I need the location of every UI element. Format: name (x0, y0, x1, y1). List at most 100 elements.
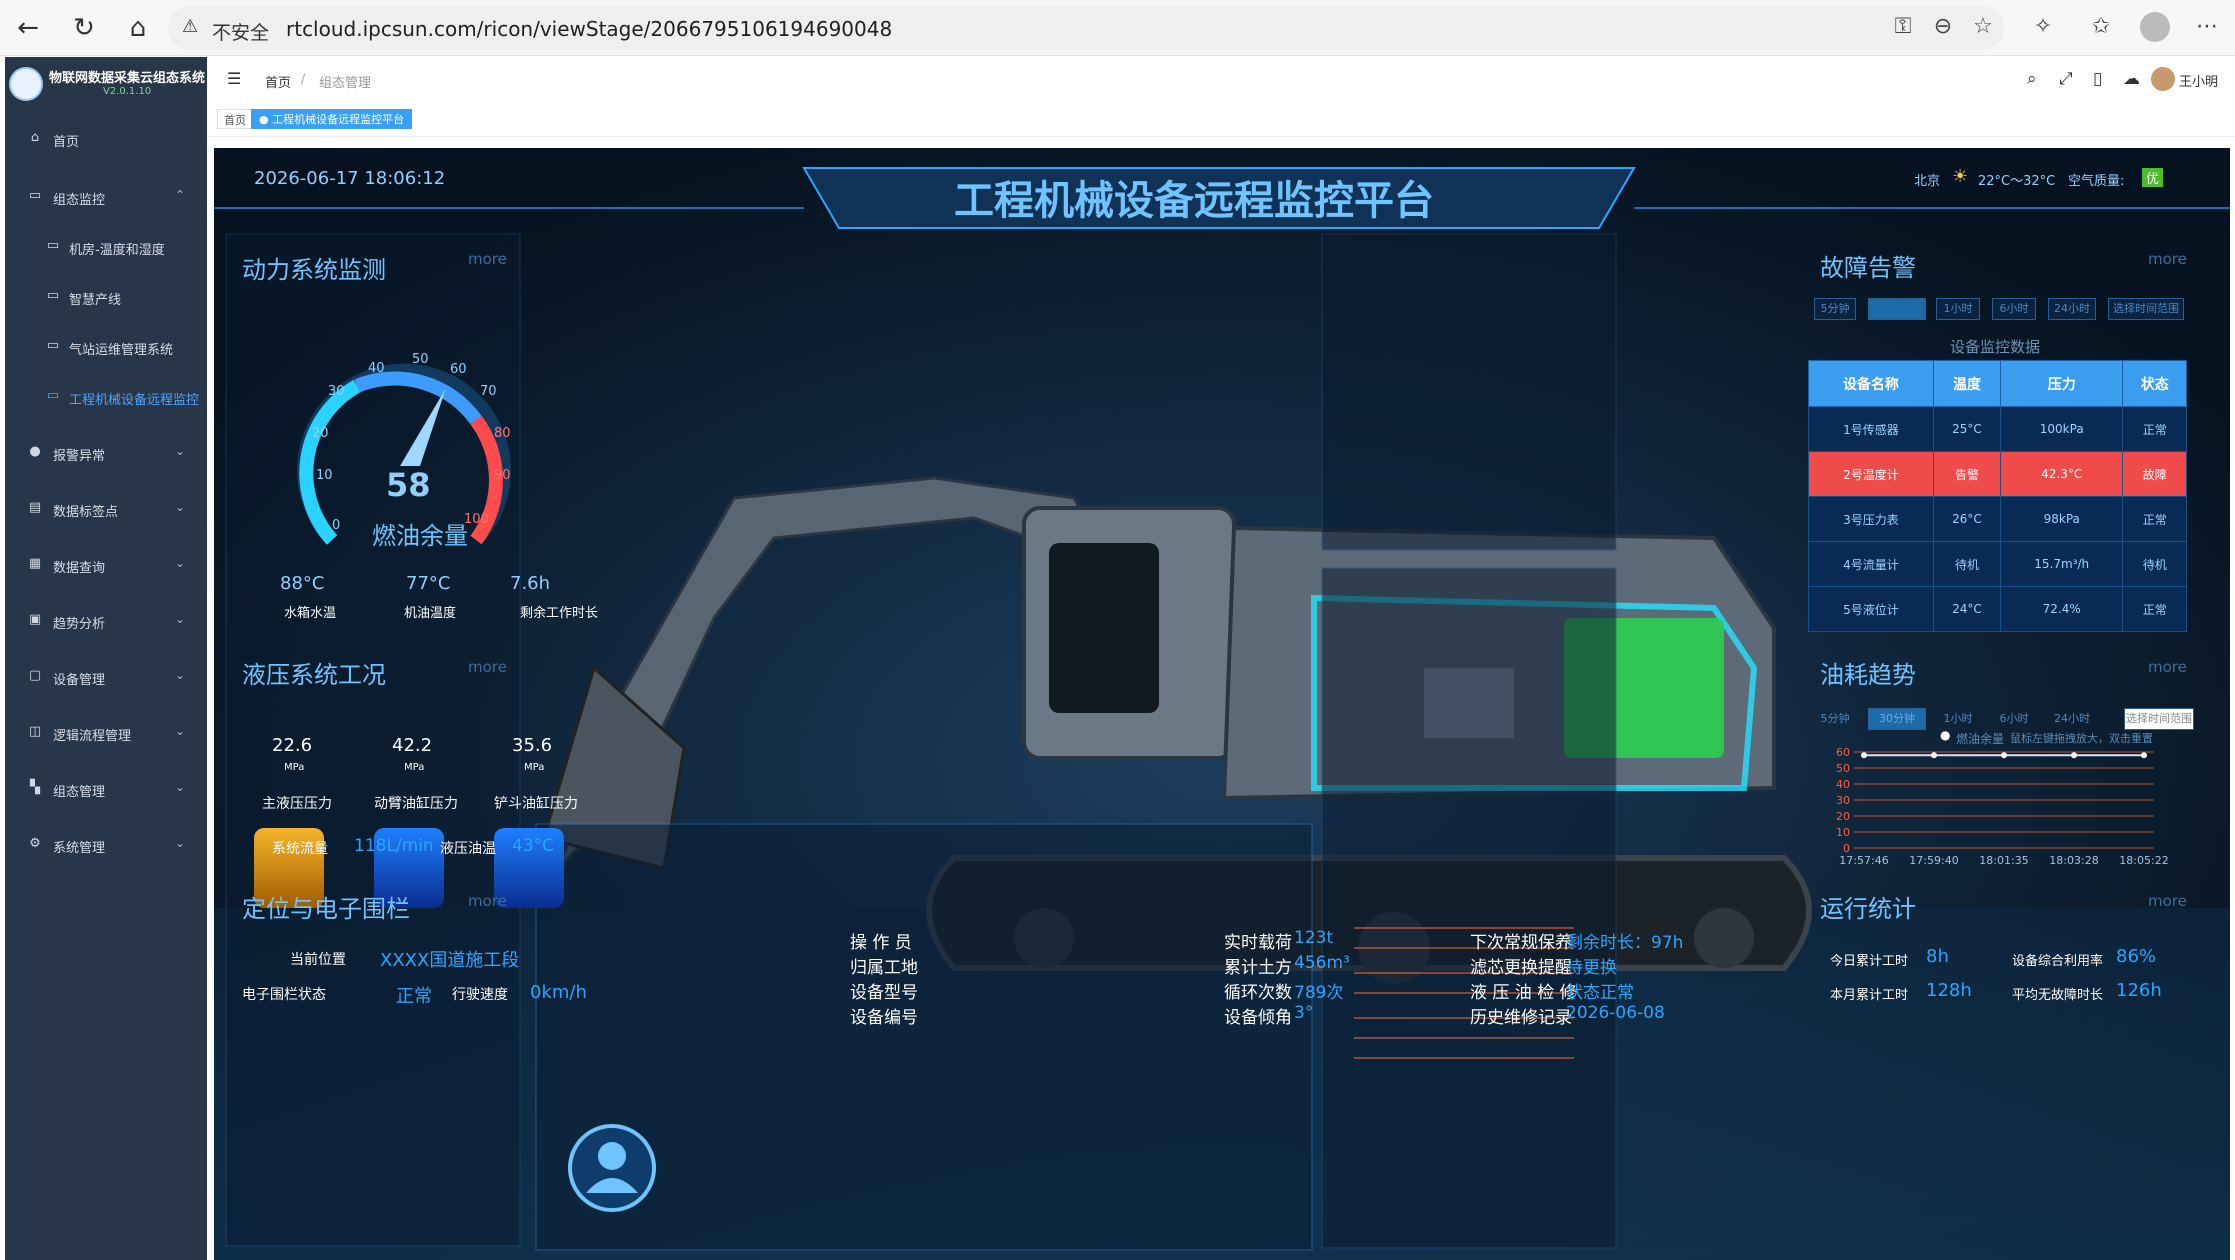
stat-label: 机油温度 (404, 606, 457, 621)
sidebar-item-alarm[interactable]: ● 报警异常 ⌄ (5, 433, 207, 473)
star-icon[interactable]: ☆ (1968, 14, 1998, 39)
info-label: 归属工地 (850, 958, 918, 978)
address-bar[interactable]: ⚠ 不安全 rtcloud.ipcsun.com/ricon/viewStage… (168, 6, 2004, 50)
info-value: 3° (1294, 1003, 1314, 1023)
sidebar-item-monitor[interactable]: ▭ 组态监控 ⌃ (5, 177, 207, 217)
utilization-value: 86% (2116, 946, 2157, 967)
cylinder-label: 铲斗油缸压力 (494, 796, 578, 812)
user-name[interactable]: 王小明 (2179, 71, 2218, 90)
screen-icon: ▭ (46, 238, 60, 253)
filter-30min[interactable]: 30分钟 (1868, 298, 1926, 320)
fuel-filter-1h[interactable]: 1小时 (1936, 708, 1980, 730)
fuel-more-link[interactable]: more (2148, 658, 2187, 676)
cylinder-value: 42.2 (392, 735, 433, 756)
user-avatar[interactable] (2151, 67, 2175, 91)
fence-value: 正常 (396, 986, 432, 1007)
reload-icon[interactable]: ↻ (68, 12, 100, 44)
fuel-filter-5min[interactable]: 5分钟 (1814, 708, 1856, 730)
y-tick-label: 30 (1836, 794, 1850, 807)
table-row: 4号流量计 待机 15.7m³/h 待机 (1808, 541, 2187, 587)
cell: 待机 (1932, 541, 2002, 587)
fuel-chart[interactable]: 010203040506017:57:46 17:59:40 18:01:35 18:… (1834, 738, 2174, 868)
cloud-icon[interactable]: ☁ (2123, 69, 2140, 89)
tab-home[interactable]: 首页 (217, 109, 253, 129)
fault-more-link[interactable]: more (2148, 250, 2187, 268)
cell: 100kPa (2000, 406, 2124, 452)
info-label: 历史维修记录 (1470, 1008, 1572, 1028)
cell: 正常 (2122, 406, 2187, 452)
gauge-tick: 80 (494, 426, 511, 441)
filter-1h[interactable]: 1小时 (1936, 298, 1980, 320)
y-tick-label: 20 (1836, 810, 1850, 823)
calendar-icon: ▦ (28, 556, 42, 571)
runtime-more-link[interactable]: more (2148, 892, 2187, 910)
filter-range[interactable]: 选择时间范围 (2108, 298, 2184, 320)
data-point[interactable] (1861, 752, 1867, 759)
info-label: 滤芯更换提醒 (1470, 958, 1572, 978)
gauge-tick: 40 (368, 361, 385, 376)
menu-dots-icon[interactable]: ⋯ (2192, 14, 2222, 39)
chevron-down-icon: ⌄ (174, 836, 185, 850)
fullscreen-icon[interactable]: ⤢ (2059, 69, 2073, 89)
sidebar-item-tags[interactable]: ▤ 数据标签点 ⌄ (5, 489, 207, 529)
zoom-icon[interactable]: ⊖ (1928, 14, 1958, 39)
monitor-icon: ▭ (28, 188, 42, 203)
data-point[interactable] (1931, 752, 1937, 759)
not-secure-label: 不安全 (212, 22, 270, 44)
mtbf-value: 126h (2116, 980, 2162, 1001)
cell: 告警 (1932, 451, 2002, 497)
sidebar-item-trend[interactable]: ▣ 趋势分析 ⌄ (5, 601, 207, 641)
sidebar-item-device[interactable]: ▢ 设备管理 ⌄ (5, 657, 207, 697)
sidebar-item-flow[interactable]: ◫ 逻辑流程管理 ⌄ (5, 713, 207, 753)
home-icon[interactable]: ⌂ (122, 12, 154, 44)
screen-icon: ▭ (46, 388, 60, 403)
version-label: V2.0.1.10 (103, 86, 152, 97)
data-point[interactable] (2141, 752, 2147, 759)
power-more-link[interactable]: more (468, 250, 507, 268)
position-more-link[interactable]: more (468, 892, 507, 910)
tab-active[interactable]: ● 工程机械设备远程监控平台 (251, 109, 413, 129)
data-point[interactable] (2001, 752, 2007, 759)
fuel-filter-6h[interactable]: 6小时 (1992, 708, 2036, 730)
sidebar-item-machine-room[interactable]: ▭ 机房-温度和湿度 (5, 227, 207, 267)
mobile-icon[interactable]: ▯ (2093, 69, 2102, 89)
breadcrumb-home[interactable]: 首页 (265, 72, 291, 91)
data-point[interactable] (2071, 752, 2077, 759)
cylinder-unit: MPa (404, 762, 425, 773)
hydraulic-title: 液压系统工况 (242, 661, 386, 689)
favorites-icon[interactable]: ✩ (2086, 14, 2116, 39)
tabs-bar: 首页 ● 工程机械设备远程监控平台 (207, 101, 2235, 137)
sidebar-item-config[interactable]: ▚ 组态管理 ⌄ (5, 769, 207, 809)
cylinder-value: 22.6 (272, 735, 313, 756)
key-icon[interactable]: ⚿ (1888, 14, 1918, 39)
fuel-filter-24h[interactable]: 24小时 (2048, 708, 2096, 730)
extensions-icon[interactable]: ✧ (2028, 14, 2058, 39)
info-value: 剩余时长：97h (1566, 933, 1684, 953)
filter-6h[interactable]: 6小时 (1992, 298, 2036, 320)
cell: 26°C (1932, 496, 2002, 542)
menu-toggle-icon[interactable]: ☰ (227, 69, 241, 88)
device-table: 设备名称 温度 压力 状态 1号传感器 25°C 100kPa 正常 2号温度计 告警 4… (1808, 360, 2187, 632)
sidebar-item-construction[interactable]: ▭ 工程机械设备远程监控 (5, 377, 207, 417)
top-bar: ☰ 首页 / 组态管理 ⌕ ⤢ ▯ ☁ 王小明 (207, 57, 2235, 101)
profile-avatar[interactable] (2140, 12, 2170, 42)
filter-24h[interactable]: 24小时 (2048, 298, 2096, 320)
search-icon[interactable]: ⌕ (2027, 69, 2037, 89)
sidebar-item-system[interactable]: ⚙ 系统管理 ⌄ (5, 825, 207, 865)
cell: 72.4% (2000, 586, 2124, 632)
fuel-filter-range[interactable]: 选择时间范围 (2124, 708, 2194, 730)
x-tick-label: 18:01:35 (1979, 854, 2028, 867)
info-label: 设备编号 (850, 1008, 918, 1028)
sidebar: 物联网数据采集云组态系统 V2.0.1.10 ⌂ 首页 ▭ 组态监控 ⌃ ▭ 机房-温度… (5, 57, 207, 1260)
url-text[interactable]: rtcloud.ipcsun.com/ricon/viewStage/20667… (286, 17, 892, 41)
sidebar-item-smart-line[interactable]: ▭ 智慧产线 (5, 277, 207, 317)
month-hours: 128h (1926, 980, 1972, 1001)
hydraulic-more-link[interactable]: more (468, 658, 507, 676)
sidebar-item-gas-station[interactable]: ▭ 气站运维管理系统 (5, 327, 207, 367)
cylinder-label: 主液压压力 (262, 796, 332, 812)
sidebar-item-home[interactable]: ⌂ 首页 (5, 119, 207, 159)
sidebar-item-query[interactable]: ▦ 数据查询 ⌄ (5, 545, 207, 585)
back-arrow-icon[interactable]: ← (12, 12, 44, 44)
fuel-filter-30min[interactable]: 30分钟 (1868, 708, 1926, 730)
filter-5min[interactable]: 5分钟 (1814, 298, 1856, 320)
